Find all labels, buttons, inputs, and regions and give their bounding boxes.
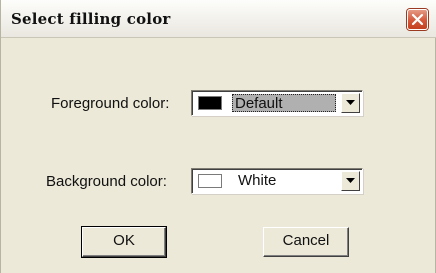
foreground-color-select[interactable]: Default bbox=[191, 90, 363, 116]
dialog-title: Select filling color bbox=[11, 10, 171, 28]
background-dropdown-button[interactable] bbox=[341, 171, 360, 191]
background-color-value: White bbox=[238, 172, 277, 189]
foreground-dropdown-button[interactable] bbox=[341, 93, 360, 113]
close-icon bbox=[411, 13, 424, 26]
select-filling-color-dialog: Select filling color Foreground color: D… bbox=[0, 0, 436, 273]
title-bar[interactable]: Select filling color bbox=[1, 0, 436, 38]
background-color-label: Background color: bbox=[46, 173, 167, 190]
background-color-select[interactable]: White bbox=[191, 168, 363, 194]
foreground-color-swatch bbox=[198, 96, 222, 110]
foreground-color-label: Foreground color: bbox=[51, 95, 170, 112]
background-color-swatch bbox=[198, 174, 222, 188]
cancel-button[interactable]: Cancel bbox=[263, 227, 349, 257]
ok-button[interactable]: OK bbox=[81, 226, 167, 258]
close-button[interactable] bbox=[407, 9, 428, 30]
chevron-down-icon bbox=[346, 178, 355, 183]
chevron-down-icon bbox=[346, 100, 355, 105]
foreground-color-value: Default bbox=[232, 94, 336, 112]
